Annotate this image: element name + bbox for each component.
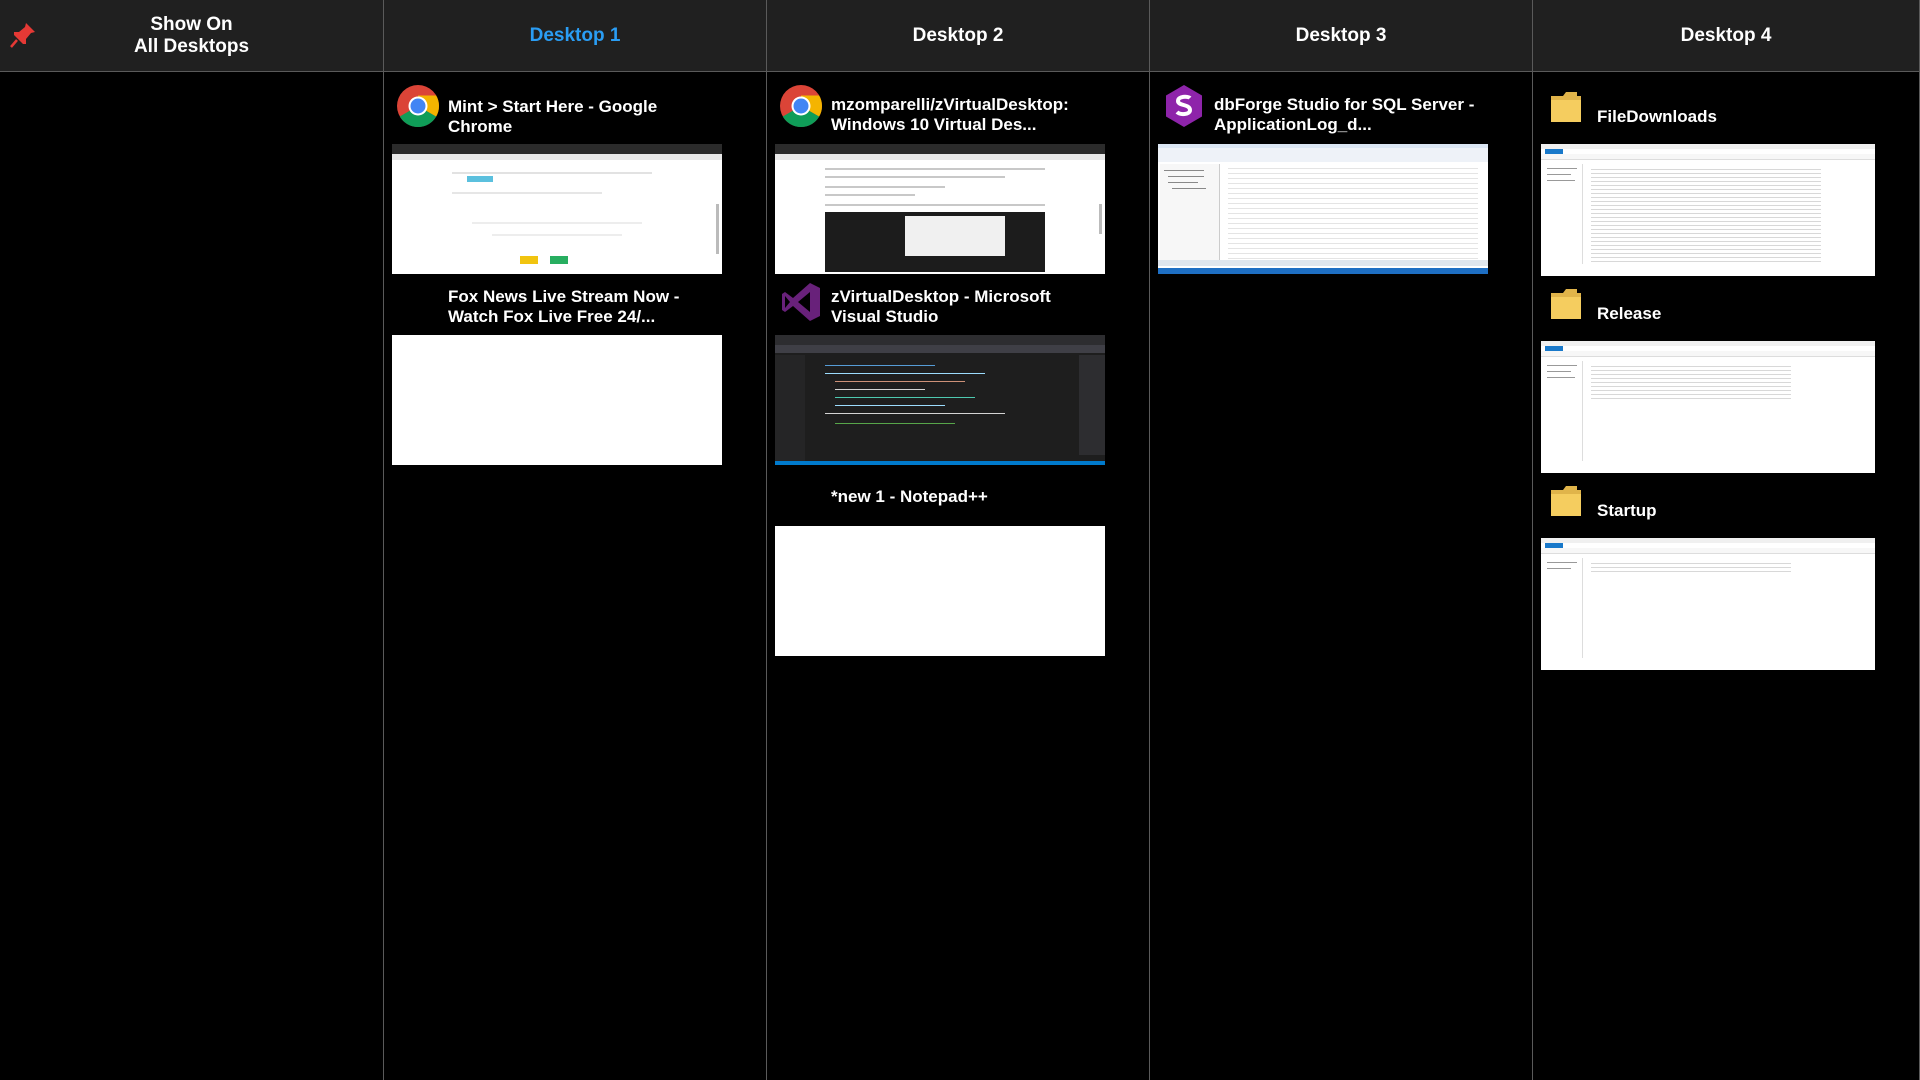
pinned-label-line1: Show On <box>150 13 233 35</box>
desktop-3-column[interactable]: dbForge Studio for SQL Server - Applicat… <box>1150 72 1533 1080</box>
desktop-4-column[interactable]: FileDownloads Release Startup <box>1533 72 1920 1080</box>
window-title: FileDownloads <box>1597 107 1717 126</box>
desktop-2-header[interactable]: Desktop 2 <box>767 0 1150 72</box>
pinned-label-line2: All Desktops <box>133 35 250 57</box>
window-thumbnail[interactable] <box>1541 341 1875 473</box>
visual-studio-icon <box>782 283 820 321</box>
window-fox-news[interactable]: Fox News Live Stream Now - Watch Fox Liv… <box>392 280 722 470</box>
pinned-desktop-header[interactable]: Show On All Desktops <box>0 0 384 72</box>
window-title: Fox News Live Stream Now - Watch Fox Liv… <box>448 287 680 326</box>
pin-icon <box>10 23 35 48</box>
window-dbforge-studio[interactable]: dbForge Studio for SQL Server - Applicat… <box>1158 84 1488 274</box>
window-title: Release <box>1597 304 1662 323</box>
desktop-1-header[interactable]: Desktop 1 <box>384 0 767 72</box>
folder-icon <box>1551 486 1581 516</box>
window-thumbnail[interactable] <box>775 526 1105 656</box>
window-explorer-filedownloads[interactable]: FileDownloads <box>1541 84 1881 276</box>
window-thumbnail[interactable] <box>392 335 722 465</box>
window-explorer-release[interactable]: Release <box>1541 281 1881 473</box>
window-title: mzomparelli/zVirtualDesktop: Windows 10 … <box>831 95 1069 134</box>
desktop-3-header[interactable]: Desktop 3 <box>1150 0 1533 72</box>
window-title: zVirtualDesktop - Microsoft Visual Studi… <box>831 287 1051 326</box>
chrome-icon <box>780 85 823 128</box>
window-thumbnail[interactable] <box>775 335 1105 465</box>
pinned-desktop-column[interactable] <box>0 72 384 1080</box>
folder-icon <box>1551 289 1581 319</box>
window-thumbnail[interactable] <box>1158 144 1488 274</box>
window-title: Mint > Start Here - Google Chrome <box>448 97 658 136</box>
window-thumbnail[interactable] <box>1541 538 1875 670</box>
window-title: Startup <box>1597 501 1657 520</box>
window-thumbnail[interactable] <box>1541 144 1875 276</box>
window-chrome-github[interactable]: mzomparelli/zVirtualDesktop: Windows 10 … <box>775 84 1105 274</box>
folder-icon <box>1551 92 1581 122</box>
dbforge-icon <box>1166 85 1202 127</box>
window-visual-studio[interactable]: zVirtualDesktop - Microsoft Visual Studi… <box>775 280 1105 470</box>
window-explorer-startup[interactable]: Startup <box>1541 478 1881 670</box>
chrome-icon <box>397 85 440 128</box>
window-notepad-plus-plus[interactable]: *new 1 - Notepad++ <box>775 476 1105 666</box>
desktop-2-column[interactable]: mzomparelli/zVirtualDesktop: Windows 10 … <box>767 72 1150 1080</box>
window-title: *new 1 - Notepad++ <box>831 487 988 506</box>
window-thumbnail[interactable] <box>775 144 1105 274</box>
window-thumbnail[interactable] <box>392 144 722 274</box>
desktop-1-column[interactable]: Mint > Start Here - Google Chrome Fox Ne… <box>384 72 767 1080</box>
desktop-4-header[interactable]: Desktop 4 <box>1533 0 1920 72</box>
window-title: dbForge Studio for SQL Server - Applicat… <box>1214 95 1475 134</box>
desktop-header-row: Show On All Desktops Desktop 1 Desktop 2… <box>0 0 1920 72</box>
window-chrome-mint[interactable]: Mint > Start Here - Google Chrome <box>392 84 722 274</box>
